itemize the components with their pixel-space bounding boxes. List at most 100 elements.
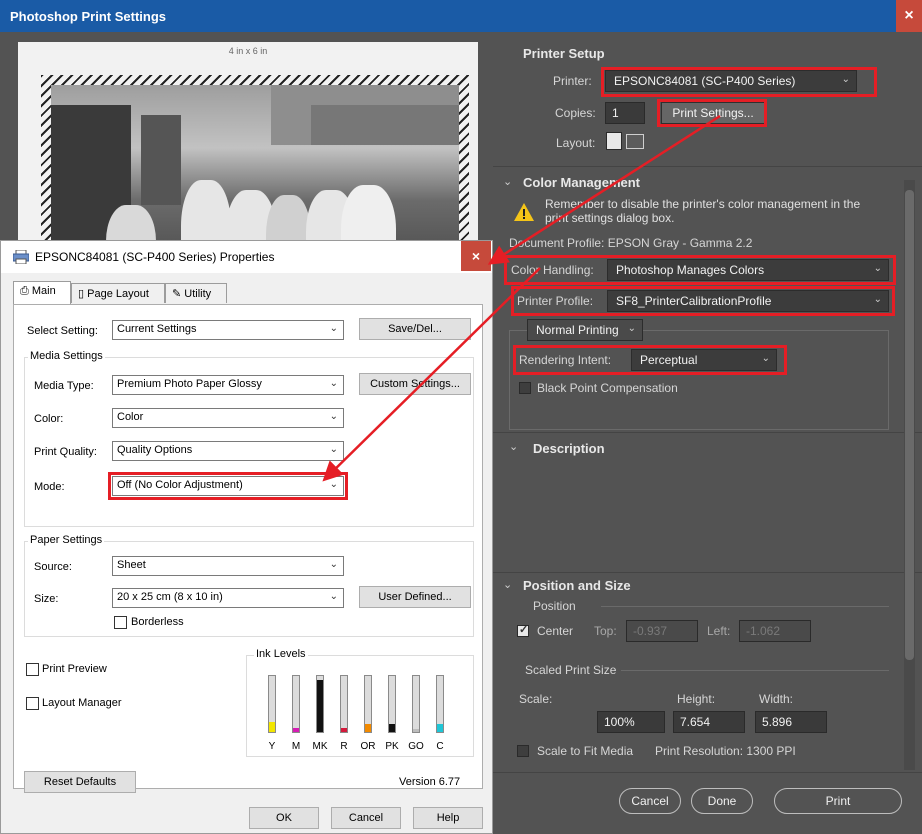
height-input[interactable]: 7.654 xyxy=(673,711,745,733)
media-type-value: Premium Photo Paper Glossy xyxy=(117,378,262,390)
ink-label-pk: PK xyxy=(385,741,399,752)
tab-main[interactable]: ⎙ Main xyxy=(13,281,71,305)
scaled-print-size-label: Scaled Print Size xyxy=(525,663,617,677)
top-label: Top: xyxy=(594,624,617,638)
chevron-down-icon: ⌄ xyxy=(627,323,636,334)
ink-label-c: C xyxy=(436,741,444,752)
tab-utility[interactable]: ✎ Utility xyxy=(165,283,227,303)
print-preview-checkbox[interactable] xyxy=(26,663,39,676)
scrollbar-thumb[interactable] xyxy=(905,190,914,660)
tab-utility-label: Utility xyxy=(184,288,212,300)
copies-label: Copies: xyxy=(555,106,596,120)
source-value: Sheet xyxy=(117,559,146,571)
left-input[interactable]: -1.062 xyxy=(739,620,811,642)
ink-bar-mk xyxy=(316,675,324,733)
ink-fill-m xyxy=(293,728,299,732)
printer-icon xyxy=(12,249,30,265)
width-input[interactable]: 5.896 xyxy=(755,711,827,733)
cancel-button[interactable]: Cancel xyxy=(619,788,681,814)
ink-label-m: M xyxy=(291,741,301,752)
custom-settings-button[interactable]: Custom Settings... xyxy=(359,373,471,395)
print-button[interactable]: Print xyxy=(774,788,902,814)
ok-button[interactable]: OK xyxy=(249,807,319,829)
chevron-down-icon[interactable]: ⌄ xyxy=(509,440,518,453)
ink-levels-label: Ink Levels xyxy=(254,648,308,660)
printer-value: EPSONC84081 (SC-P400 Series) xyxy=(614,74,796,88)
scale-input[interactable]: 100% xyxy=(597,711,665,733)
cancel-button[interactable]: Cancel xyxy=(331,807,401,829)
reset-defaults-button[interactable]: Reset Defaults xyxy=(24,771,136,793)
save-del-button[interactable]: Save/Del... xyxy=(359,318,471,340)
media-type-dropdown[interactable]: Premium Photo Paper Glossy ⌄ xyxy=(112,375,344,395)
select-setting-dropdown[interactable]: Current Settings ⌄ xyxy=(112,320,344,340)
chevron-down-icon[interactable]: ⌄ xyxy=(503,175,512,188)
print-quality-value: Quality Options xyxy=(117,444,193,456)
position-label: Position xyxy=(533,599,576,613)
center-checkbox[interactable] xyxy=(517,623,529,637)
divider xyxy=(493,772,922,773)
color-handling-label: Color Handling: xyxy=(511,263,594,277)
printer-label: Printer: xyxy=(553,74,592,88)
close-button[interactable]: × xyxy=(896,0,922,32)
dialog-title-bar: EPSONC84081 (SC-P400 Series) Properties … xyxy=(1,241,492,273)
landscape-icon[interactable] xyxy=(626,134,644,149)
print-settings-button[interactable]: Print Settings... xyxy=(661,102,765,124)
user-defined-button[interactable]: User Defined... xyxy=(359,586,471,608)
rendering-intent-select[interactable]: Perceptual ⌄ xyxy=(631,349,777,371)
document-profile: Document Profile: EPSON Gray - Gamma 2.2 xyxy=(509,236,753,250)
size-label: Size: xyxy=(34,593,59,605)
ink-fill-go xyxy=(413,729,419,732)
normal-printing-select[interactable]: Normal Printing ⌄ xyxy=(527,319,643,341)
scrollbar[interactable] xyxy=(904,180,915,770)
chevron-down-icon[interactable]: ⌄ xyxy=(503,578,512,591)
title-bar: Photoshop Print Settings × xyxy=(0,0,922,32)
width-label: Width: xyxy=(759,692,794,706)
warning-text: Remember to disable the printer's color … xyxy=(545,197,861,225)
position-size-title[interactable]: Position and Size xyxy=(523,578,631,593)
color-dropdown[interactable]: Color ⌄ xyxy=(112,408,344,428)
color-management-title[interactable]: Color Management xyxy=(523,175,640,190)
copies-input[interactable]: 1 xyxy=(605,102,645,124)
borderless-label: Borderless xyxy=(131,616,184,628)
print-resolution: Print Resolution: 1300 PPI xyxy=(655,744,796,758)
chevron-down-icon: ⌄ xyxy=(329,323,338,334)
divider xyxy=(621,670,889,671)
source-dropdown[interactable]: Sheet ⌄ xyxy=(112,556,344,576)
portrait-icon[interactable] xyxy=(606,132,622,150)
tab-page-layout-label: Page Layout xyxy=(87,288,149,300)
ink-bar-or xyxy=(364,675,372,733)
tab-page-layout[interactable]: ▯ Page Layout xyxy=(71,283,165,303)
select-setting-value: Current Settings xyxy=(117,323,197,335)
done-button[interactable]: Done xyxy=(691,788,753,814)
color-handling-select[interactable]: Photoshop Manages Colors ⌄ xyxy=(607,259,889,281)
size-dropdown[interactable]: 20 x 25 cm (8 x 10 in) ⌄ xyxy=(112,588,344,608)
help-button[interactable]: Help xyxy=(413,807,483,829)
layout-manager-checkbox[interactable] xyxy=(26,697,39,710)
printer-setup-title: Printer Setup xyxy=(523,46,605,61)
scale-to-fit-checkbox[interactable] xyxy=(517,745,529,757)
ink-bar-y xyxy=(268,675,276,733)
settings-panel: Printer Setup Printer: EPSONC84081 (SC-P… xyxy=(493,32,922,834)
mode-dropdown[interactable]: Off (No Color Adjustment) ⌄ xyxy=(112,476,344,496)
select-setting-label: Select Setting: xyxy=(27,325,98,337)
top-input[interactable]: -0.937 xyxy=(626,620,698,642)
ink-label-y: Y xyxy=(268,741,276,752)
center-label: Center xyxy=(537,624,574,638)
epson-properties-dialog: EPSONC84081 (SC-P400 Series) Properties … xyxy=(0,240,493,834)
print-options-group xyxy=(509,330,889,430)
media-settings-label: Media Settings xyxy=(28,350,105,362)
print-quality-dropdown[interactable]: Quality Options ⌄ xyxy=(112,441,344,461)
black-point-checkbox[interactable] xyxy=(519,382,531,394)
ink-bar-r xyxy=(340,675,348,733)
ink-bar-go xyxy=(412,675,420,733)
mode-label: Mode: xyxy=(34,481,65,493)
close-button[interactable]: × xyxy=(461,241,491,271)
printer-select[interactable]: EPSONC84081 (SC-P400 Series) ⌄ xyxy=(605,70,857,92)
normal-printing-value: Normal Printing xyxy=(536,323,619,337)
borderless-checkbox[interactable] xyxy=(114,616,127,629)
description-title[interactable]: Description xyxy=(533,441,605,456)
scale-to-fit-label: Scale to Fit Media xyxy=(537,744,634,758)
printer-profile-select[interactable]: SF8_PrinterCalibrationProfile ⌄ xyxy=(607,290,889,312)
color-value: Color xyxy=(117,411,144,423)
warning-icon xyxy=(513,202,535,222)
